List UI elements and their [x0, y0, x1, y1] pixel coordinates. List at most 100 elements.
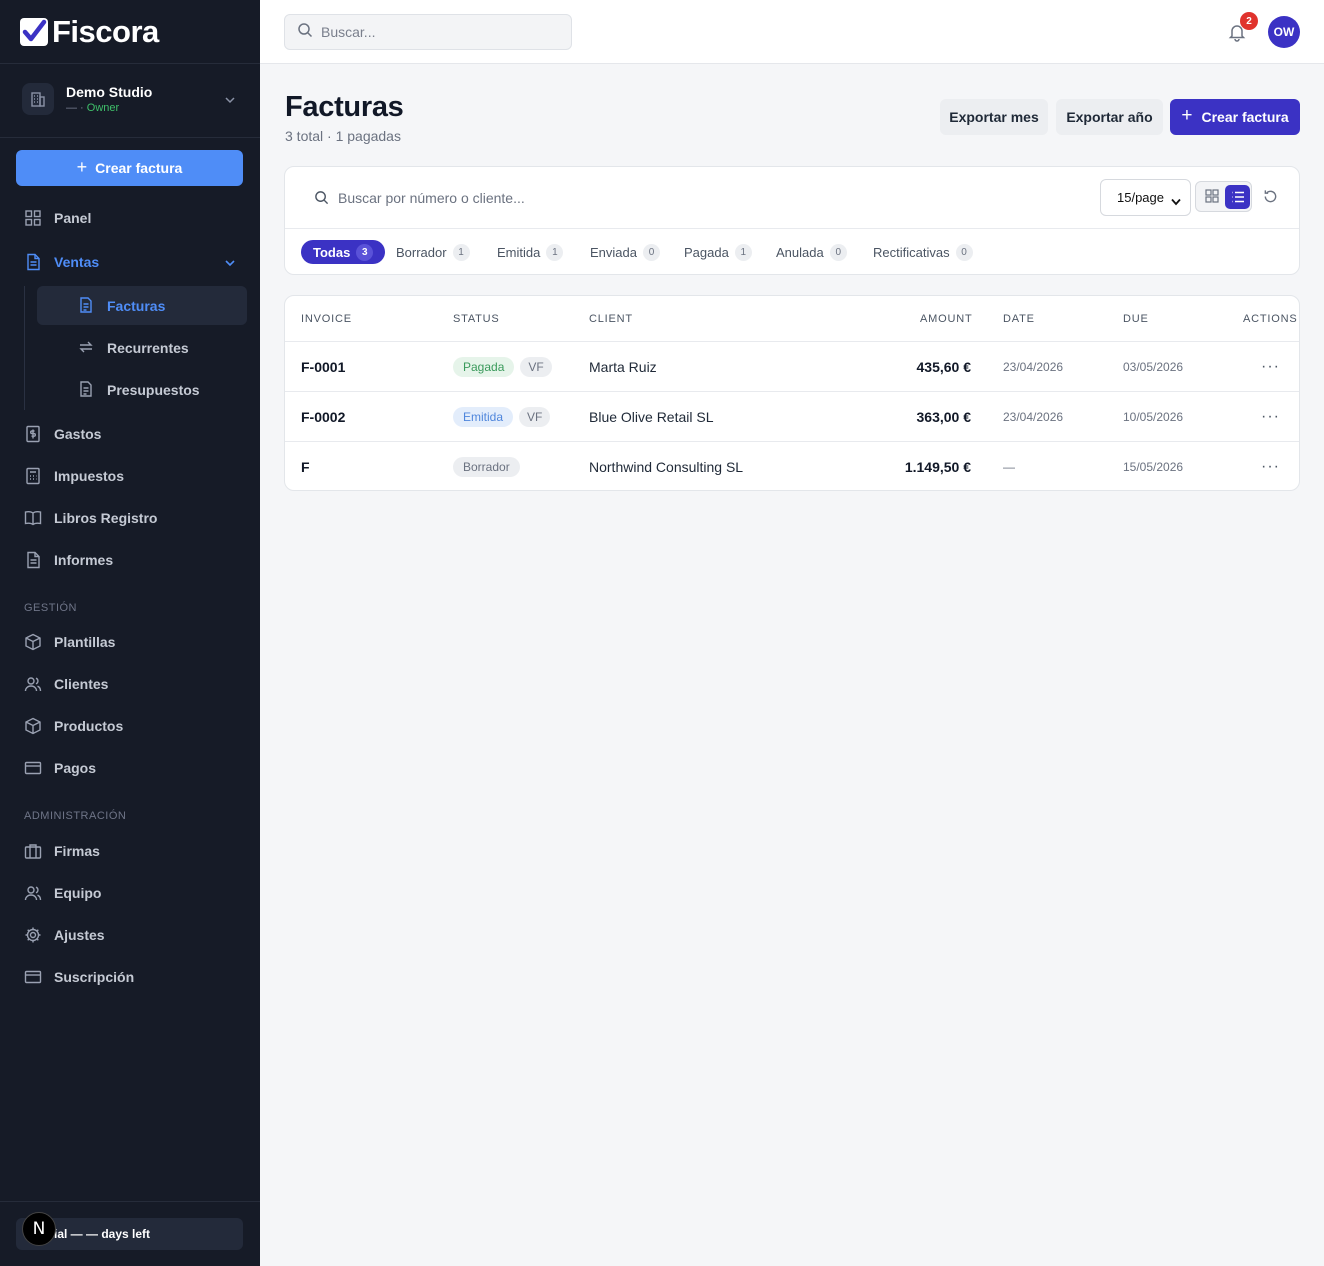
table-row[interactable]: F Borrador Northwind Consulting SL 1.149… [285, 441, 1299, 490]
book-icon [24, 509, 42, 527]
repeat-icon [78, 339, 94, 355]
briefcase-icon [24, 842, 42, 860]
sidebar-item-ajustes[interactable]: Ajustes [24, 923, 105, 947]
tab-todas[interactable]: Todas 3 [301, 240, 386, 264]
more-actions-icon[interactable]: ··· [1261, 342, 1280, 392]
column-header-status[interactable]: STATUS [453, 313, 500, 325]
client-name: Northwind Consulting SL [589, 459, 744, 475]
tab-pagada[interactable]: Pagada 1 [684, 240, 752, 264]
status-badge: Pagada [453, 357, 515, 377]
status-cell: Pagada VF [453, 342, 552, 392]
global-search[interactable] [284, 14, 572, 50]
tab-borrador[interactable]: Borrador 1 [396, 240, 470, 264]
column-header-amount[interactable]: AMOUNT [920, 313, 972, 325]
export-month-button[interactable]: Exportar mes [940, 99, 1048, 135]
column-header-invoice[interactable]: INVOICE [301, 313, 352, 325]
sidebar-item-label: Pagos [54, 760, 97, 776]
card-icon [24, 968, 42, 986]
package-icon [24, 717, 42, 735]
create-invoice-label: Crear factura [1201, 109, 1289, 125]
tab-count: 1 [734, 243, 752, 261]
app-logo[interactable]: Fiscora [20, 14, 159, 49]
org-switcher[interactable]: Demo Studio — · Owner [22, 81, 240, 117]
table-row[interactable]: F-0002 Emitida VF Blue Olive Retail SL 3… [285, 391, 1299, 441]
invoice-icon [78, 297, 94, 313]
section-label-gestion: GESTIÓN [24, 602, 78, 614]
dev-tools-badge[interactable]: N [22, 1212, 56, 1246]
chevron-down-icon [1171, 194, 1181, 209]
submenu-rail [24, 286, 25, 410]
sidebar-create-invoice-button[interactable]: + Crear factura [16, 150, 243, 186]
tab-emitida[interactable]: Emitida 1 [497, 240, 564, 264]
sidebar-item-suscripcion[interactable]: Suscripción [24, 965, 134, 989]
tab-label: Todas [313, 244, 351, 260]
sidebar-item-label: Suscripción [54, 969, 135, 985]
sidebar-item-pagos[interactable]: Pagos [24, 756, 96, 780]
sidebar-subitem-facturas[interactable]: Facturas [37, 286, 247, 325]
table-row[interactable]: F-0001 Pagada VF Marta Ruiz 435,60 € 23/… [285, 341, 1299, 391]
tab-count: 1 [546, 243, 564, 261]
tab-count: 0 [829, 243, 847, 261]
column-header-client[interactable]: CLIENT [589, 313, 633, 325]
due-date: 03/05/2026 [1123, 360, 1184, 374]
sidebar-subitem-recurrentes[interactable]: Recurrentes [37, 328, 247, 367]
sidebar-item-libros-registro[interactable]: Libros Registro [24, 506, 157, 530]
avatar[interactable]: OW [1268, 16, 1300, 48]
tab-count: 3 [356, 243, 374, 261]
column-header-due[interactable]: DUE [1123, 313, 1149, 325]
tab-enviada[interactable]: Enviada 0 [590, 240, 660, 264]
sidebar-item-productos[interactable]: Productos [24, 714, 123, 738]
due-date: 15/05/2026 [1123, 460, 1184, 474]
gear-icon [24, 926, 42, 944]
app-name: Fiscora [52, 14, 159, 49]
sidebar-subitem-presupuestos[interactable]: Presupuestos [37, 370, 247, 409]
status-badge: Borrador [453, 457, 520, 477]
sidebar-item-panel[interactable]: Panel [24, 206, 91, 230]
verifactu-badge: VF [519, 407, 551, 427]
sidebar-item-gastos[interactable]: Gastos [24, 422, 101, 446]
more-actions-icon[interactable]: ··· [1261, 442, 1280, 490]
grid-view-icon[interactable] [1205, 189, 1219, 208]
tab-rectificativas[interactable]: Rectificativas 0 [873, 240, 973, 264]
search-icon [297, 22, 313, 43]
org-role-prefix: — · [66, 102, 87, 114]
tab-anulada[interactable]: Anulada 0 [776, 240, 847, 264]
invoice-search-input[interactable] [338, 187, 838, 209]
list-view-icon[interactable] [1225, 185, 1250, 209]
team-icon [24, 884, 42, 902]
sidebar-item-impuestos[interactable]: Impuestos [24, 464, 124, 488]
section-label-administracion: ADMINISTRACIÓN [24, 810, 127, 822]
export-year-button[interactable]: Exportar año [1056, 99, 1163, 135]
org-name: Demo Studio [66, 84, 153, 100]
sidebar-item-plantillas[interactable]: Plantillas [24, 630, 115, 654]
filter-panel: 15/page Todas 3 Borrador 1 Emitida 1 Enviad… [284, 166, 1300, 275]
sidebar: Fiscora Demo Studio — · Owner + Crear fa… [0, 0, 260, 1266]
invoice-number[interactable]: F-0002 [301, 392, 345, 442]
invoice-number[interactable]: F-0001 [301, 342, 345, 392]
sidebar-item-equipo[interactable]: Equipo [24, 881, 101, 905]
sidebar-create-invoice-label: Crear factura [95, 160, 183, 176]
sidebar-item-informes[interactable]: Informes [24, 548, 113, 572]
create-invoice-button[interactable]: + Crear factura [1170, 99, 1300, 135]
sidebar-item-label: Informes [54, 552, 114, 568]
calculator-icon [24, 467, 42, 485]
sidebar-item-label: Ventas [54, 254, 100, 270]
tab-count: 0 [642, 243, 660, 261]
page-title: Facturas [285, 91, 404, 123]
sidebar-subitem-label: Presupuestos [107, 381, 200, 398]
amount: 435,60 € [916, 359, 972, 375]
issue-date: 23/04/2026 [1003, 360, 1064, 374]
client-name: Marta Ruiz [589, 359, 657, 375]
sidebar-item-firmas[interactable]: Firmas [24, 839, 100, 863]
sidebar-item-clientes[interactable]: Clientes [24, 672, 108, 696]
more-actions-icon[interactable]: ··· [1261, 392, 1280, 442]
refresh-icon[interactable] [1263, 189, 1278, 209]
global-search-input[interactable] [321, 24, 551, 40]
invoice-number[interactable]: F [301, 442, 310, 490]
status-badge: Emitida [453, 407, 514, 427]
client-name: Blue Olive Retail SL [589, 409, 714, 425]
column-header-date[interactable]: DATE [1003, 313, 1035, 325]
per-page-select[interactable]: 15/page [1100, 179, 1191, 216]
users-icon [24, 675, 42, 693]
sidebar-item-ventas[interactable]: Ventas [24, 250, 236, 274]
